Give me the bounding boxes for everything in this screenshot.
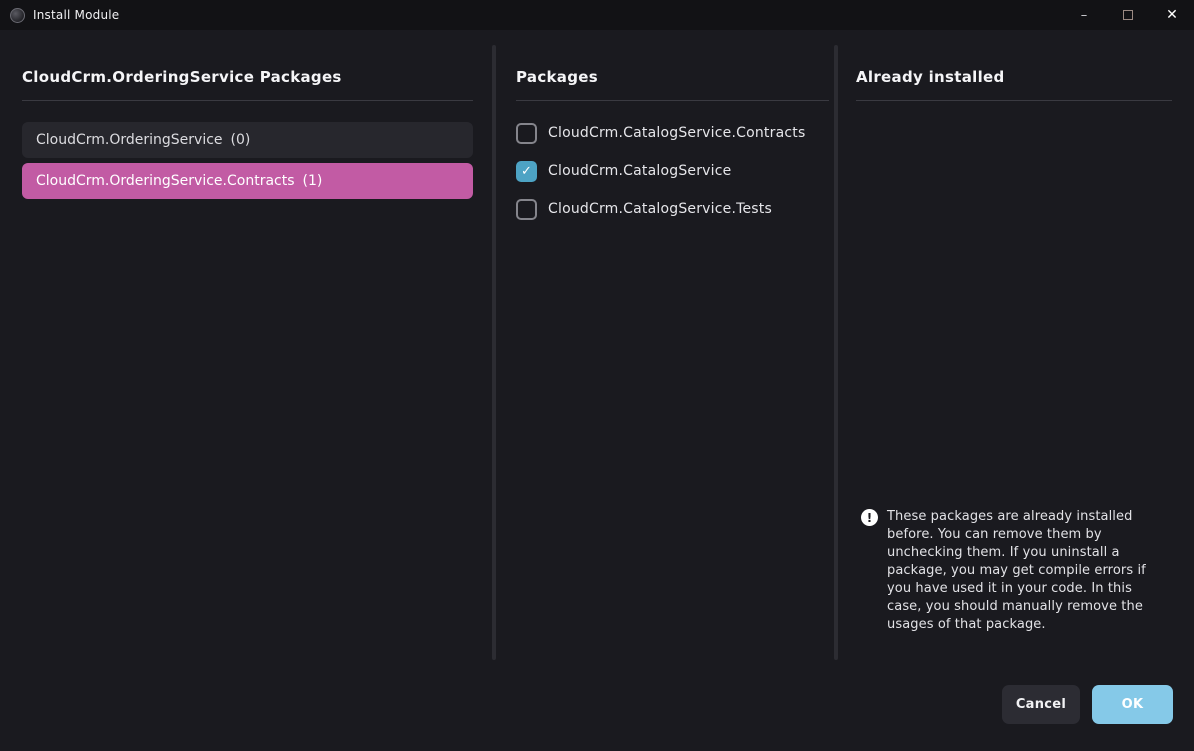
- installed-note-text: These packages are already installed bef…: [887, 508, 1155, 634]
- divider-right: [834, 45, 838, 660]
- package-list: CloudCrm.CatalogService.Contracts ✓ Clou…: [516, 121, 829, 235]
- app-icon: [10, 8, 25, 23]
- package-label: CloudCrm.CatalogService.Contracts: [548, 125, 805, 141]
- module-item-orderingservice[interactable]: CloudCrm.OrderingService (0): [22, 122, 473, 158]
- titlebar: Install Module – ✕: [0, 0, 1194, 30]
- maximize-icon: [1123, 10, 1133, 20]
- close-button[interactable]: ✕: [1150, 0, 1194, 30]
- maximize-button[interactable]: [1106, 0, 1150, 30]
- divider-left: [492, 45, 496, 660]
- module-item-count: (1): [303, 173, 323, 189]
- module-item-count: (0): [231, 132, 251, 148]
- checkbox-checked-icon[interactable]: ✓: [516, 161, 537, 182]
- module-item-orderingservice-contracts[interactable]: CloudCrm.OrderingService.Contracts (1): [22, 163, 473, 199]
- packages-panel-header: Packages: [516, 68, 598, 86]
- installed-note: ! These packages are already installed b…: [861, 508, 1161, 634]
- package-label: CloudCrm.CatalogService: [548, 163, 731, 179]
- package-row-catalogservice-contracts[interactable]: CloudCrm.CatalogService.Contracts: [516, 121, 829, 145]
- checkbox-unchecked-icon[interactable]: [516, 199, 537, 220]
- info-icon: !: [861, 509, 878, 526]
- ok-button[interactable]: OK: [1092, 685, 1173, 724]
- package-row-catalogservice-tests[interactable]: CloudCrm.CatalogService.Tests: [516, 197, 829, 221]
- module-item-name: CloudCrm.OrderingService.Contracts: [36, 173, 295, 189]
- checkbox-unchecked-icon[interactable]: [516, 123, 537, 144]
- window-title: Install Module: [33, 8, 119, 22]
- window-controls: – ✕: [1062, 0, 1194, 30]
- modules-panel-header: CloudCrm.OrderingService Packages: [22, 68, 342, 86]
- module-item-name: CloudCrm.OrderingService: [36, 132, 223, 148]
- installed-panel-underline: [856, 100, 1172, 101]
- close-icon: ✕: [1166, 7, 1178, 23]
- packages-panel-underline: [516, 100, 829, 101]
- package-label: CloudCrm.CatalogService.Tests: [548, 201, 772, 217]
- installed-panel-header: Already installed: [856, 68, 1005, 86]
- modules-panel-underline: [22, 100, 473, 101]
- package-row-catalogservice[interactable]: ✓ CloudCrm.CatalogService: [516, 159, 829, 183]
- minimize-icon: –: [1081, 8, 1088, 23]
- module-list: CloudCrm.OrderingService (0) CloudCrm.Or…: [22, 122, 473, 204]
- cancel-button[interactable]: Cancel: [1002, 685, 1080, 724]
- minimize-button[interactable]: –: [1062, 0, 1106, 30]
